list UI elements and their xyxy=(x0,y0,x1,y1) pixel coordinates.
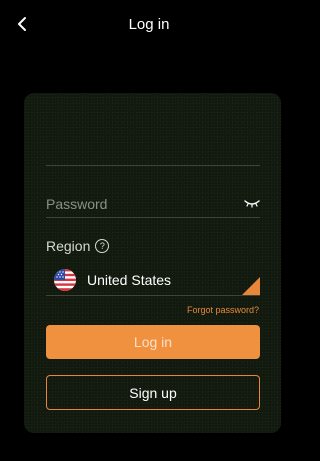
password-field-underline xyxy=(46,217,260,218)
password-input[interactable] xyxy=(46,192,236,216)
toggle-password-visibility-button[interactable] xyxy=(243,196,261,210)
top-bar: Log in xyxy=(0,0,298,52)
question-circle-icon[interactable]: ? xyxy=(95,239,110,253)
region-label: Region xyxy=(46,238,91,254)
region-field-underline xyxy=(46,295,260,296)
us-flag-icon xyxy=(54,269,76,291)
page-title: Log in xyxy=(128,16,170,33)
login-screen: Log in Region ? United States Forgot pas… xyxy=(0,0,298,461)
login-card: Region ? United States Forgot password? … xyxy=(24,93,281,433)
region-value: United States xyxy=(87,272,172,288)
account-field-underline xyxy=(46,165,260,166)
signup-button[interactable]: Sign up xyxy=(46,375,260,410)
eye-closed-icon xyxy=(244,200,260,208)
dropdown-corner-indicator xyxy=(242,277,260,295)
region-select[interactable]: United States xyxy=(46,265,260,295)
forgot-password-link[interactable]: Forgot password? xyxy=(187,305,259,315)
login-button[interactable]: Log in xyxy=(46,325,260,359)
region-label-row: Region ? xyxy=(46,238,110,254)
